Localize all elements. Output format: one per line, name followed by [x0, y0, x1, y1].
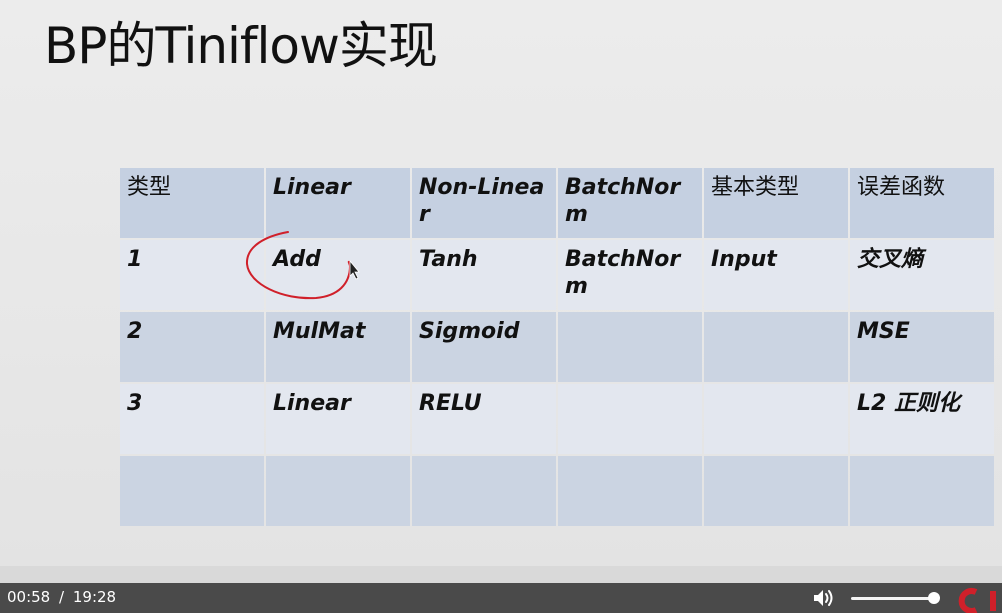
time-separator: /: [59, 588, 65, 606]
table-row: 1 Add Tanh BatchNorm Input 交叉熵: [120, 240, 994, 310]
table-cell: 交叉熵: [850, 240, 994, 310]
table-header-cell: Linear: [266, 168, 410, 238]
table-header-cell: BatchNorm: [558, 168, 702, 238]
slide-canvas: BP的Tiniflow实现 类型 Linear Non-Linear Batch…: [0, 0, 1002, 566]
table-cell: [704, 384, 848, 454]
table-cell: Input: [704, 240, 848, 310]
time-display: 00:58 / 19:28: [7, 588, 116, 606]
player-divider: [0, 566, 1002, 583]
table-cell: MSE: [850, 312, 994, 382]
table-cell: [558, 384, 702, 454]
brand-logo-icon: [958, 588, 996, 613]
table-cell: [850, 456, 994, 526]
table-cell: BatchNorm: [558, 240, 702, 310]
table-cell: MulMat: [266, 312, 410, 382]
node-type-table: 类型 Linear Non-Linear BatchNorm 基本类型 误差函数…: [118, 166, 996, 528]
table-header-row: 类型 Linear Non-Linear BatchNorm 基本类型 误差函数: [120, 168, 994, 238]
table-cell: [704, 312, 848, 382]
table-cell: Linear: [266, 384, 410, 454]
table-cell: Tanh: [412, 240, 556, 310]
table-header-cell: 基本类型: [704, 168, 848, 238]
table-cell: L2 正则化: [850, 384, 994, 454]
current-time: 00:58: [7, 588, 51, 606]
table-cell: Add: [266, 240, 410, 310]
table-cell: Sigmoid: [412, 312, 556, 382]
table-cell: 1: [120, 240, 264, 310]
table-header-cell: Non-Linear: [412, 168, 556, 238]
table-cell: 3: [120, 384, 264, 454]
slide-title: BP的Tiniflow实现: [44, 17, 438, 75]
table-cell: [266, 456, 410, 526]
table-cell: RELU: [412, 384, 556, 454]
table-cell: [412, 456, 556, 526]
duration: 19:28: [72, 588, 117, 606]
table-header-cell: 类型: [120, 168, 264, 238]
table-row: 2 MulMat Sigmoid MSE: [120, 312, 994, 382]
table-cell: [704, 456, 848, 526]
table-cell: [120, 456, 264, 526]
table-cell: 2: [120, 312, 264, 382]
volume-slider-thumb[interactable]: [927, 592, 940, 604]
table-row: [120, 456, 994, 526]
table-header-cell: 误差函数: [850, 168, 994, 238]
table-cell: [558, 456, 702, 526]
table-cell: [558, 312, 702, 382]
table-row: 3 Linear RELU L2 正则化: [120, 384, 994, 454]
volume-slider-track[interactable]: [851, 597, 939, 600]
speaker-icon[interactable]: [812, 588, 836, 608]
video-control-bar: 00:58 / 19:28: [0, 583, 1002, 613]
